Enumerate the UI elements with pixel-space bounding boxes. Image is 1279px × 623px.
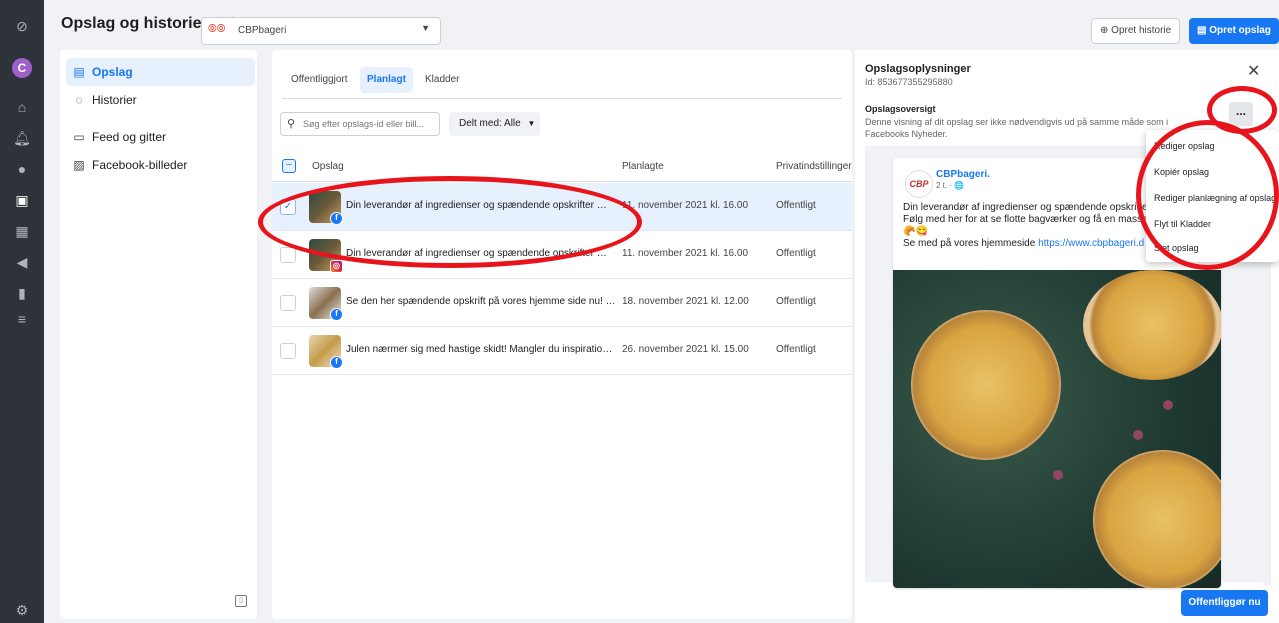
sidebar-item-photos[interactable]: ▨ Facebook-billeder	[66, 151, 255, 179]
website-link[interactable]: https://www.cbpbageri.d	[1038, 238, 1144, 249]
post-privacy: Offentligt	[776, 200, 816, 211]
filter-label: Delt med: Alle	[459, 118, 521, 129]
post-image	[893, 270, 1221, 588]
home-icon[interactable]: ⌂	[12, 97, 32, 117]
posts-icon: ▤	[73, 65, 85, 79]
instagram-icon: ◎	[330, 260, 343, 273]
column-scheduled[interactable]: Planlagte	[622, 161, 664, 172]
post-date: 11. november 2021 kl. 16.00	[622, 200, 749, 211]
row-checkbox[interactable]	[280, 247, 296, 263]
table-row[interactable]: f Julen nærmer sig med hastige skidt! Ma…	[272, 327, 852, 375]
overview-title: Opslagsoversigt	[865, 104, 936, 114]
post-date: 18. november 2021 kl. 12.00	[622, 296, 749, 307]
top-header: Opslag og historier ⦾⦾ CBPbageri ▼ ⊕ Opr…	[44, 0, 1279, 50]
search-placeholder: Søg efter opslags-id eller bill...	[303, 119, 425, 129]
notifications-icon[interactable]: 🔔︎	[12, 128, 32, 148]
ads-icon[interactable]: ◀	[12, 252, 32, 272]
inbox-icon[interactable]: ●	[12, 159, 32, 179]
tart-shape	[911, 310, 1061, 460]
row-checkbox[interactable]	[280, 295, 296, 311]
shared-with-filter[interactable]: Delt med: Alle ▼	[449, 112, 540, 136]
details-title: Opslagsoplysninger	[865, 63, 971, 75]
settings-gear-icon[interactable]: ⚙	[12, 600, 32, 620]
annotation-ring	[258, 176, 642, 268]
annotation-ring	[1136, 120, 1279, 270]
post-meta: 2 t. · 🌐	[936, 181, 965, 190]
post-id: Id: 853677355295880	[865, 77, 953, 87]
tart-shape	[1083, 270, 1221, 380]
post-privacy: Offentligt	[776, 344, 816, 355]
page-title: Opslag og historier	[61, 15, 208, 32]
posts-nav-icon[interactable]: ▣	[12, 190, 32, 210]
tab-scheduled[interactable]: Planlagt	[360, 67, 413, 93]
post-privacy: Offentligt	[776, 248, 816, 259]
post-text: Se den her spændende opskrift på vores h…	[346, 296, 616, 307]
publish-now-button[interactable]: Offentliggør nu	[1181, 590, 1268, 616]
create-story-button[interactable]: ⊕ Opret historie	[1091, 18, 1181, 44]
post-date: 26. november 2021 kl. 15.00	[622, 344, 749, 355]
tab-drafts[interactable]: Kladder	[418, 67, 466, 93]
create-story-label: Opret historie	[1111, 25, 1172, 36]
calendar-icon[interactable]: ▦	[12, 221, 32, 241]
sprig-shape	[1133, 430, 1143, 440]
posts-list-panel: Offentliggjort Planlagt Kladder ⚲ Søg ef…	[272, 50, 852, 619]
close-icon[interactable]: ✕	[1247, 61, 1260, 81]
row-checkbox[interactable]	[280, 343, 296, 359]
stories-icon: ◌	[75, 93, 83, 107]
select-all-checkbox[interactable]: –	[282, 159, 296, 173]
sidebar-item-label: Opslag	[92, 65, 133, 79]
collapse-sidebar-icon[interactable]: ▯	[235, 595, 247, 607]
global-nav: ⊘ C ⌂ 🔔︎ ● ▣ ▦ ◀ ▮ ≡ ⚙	[0, 0, 44, 623]
account-name: CBPbageri	[238, 25, 287, 36]
chevron-down-icon: ▼	[527, 119, 536, 128]
sidebar-item-label: Historier	[92, 93, 137, 107]
create-post-button[interactable]: ▤ Opret opslag	[1189, 18, 1279, 44]
account-logos-icon: ⦾⦾	[208, 23, 226, 35]
table-row[interactable]: f Se den her spændende opskrift på vores…	[272, 279, 852, 327]
insights-icon[interactable]: ▮	[12, 283, 32, 303]
chevron-down-icon: ▼	[421, 23, 430, 33]
account-selector[interactable]: ⦾⦾ CBPbageri ▼	[201, 17, 441, 45]
tart-shape	[1093, 450, 1221, 588]
search-icon: ⚲	[287, 118, 296, 130]
facebook-icon: f	[330, 356, 343, 369]
add-circle-icon: ⊕	[1100, 25, 1112, 36]
sidebar-item-label: Feed og gitter	[92, 130, 167, 144]
meta-logo-icon[interactable]: ⊘	[12, 16, 32, 36]
sprig-shape	[1053, 470, 1063, 480]
facebook-icon: f	[330, 308, 343, 321]
photos-icon: ▨	[73, 158, 85, 172]
post-date: 11. november 2021 kl. 16.00	[622, 248, 749, 259]
post-privacy: Offentligt	[776, 296, 816, 307]
sidebar-item-stories[interactable]: ◌ Historier	[66, 86, 255, 114]
menu-icon[interactable]: ≡	[12, 309, 32, 329]
tab-published[interactable]: Offentliggjort	[284, 67, 355, 93]
sidebar-item-feed-grid[interactable]: ▭ Feed og gitter	[66, 123, 255, 151]
sidebar-item-label: Facebook-billeder	[92, 158, 188, 172]
create-post-label: Opret opslag	[1209, 25, 1271, 36]
sidebar-item-posts[interactable]: ▤ Opslag	[66, 58, 255, 86]
sprig-shape	[1163, 400, 1173, 410]
column-post[interactable]: Opslag	[312, 161, 344, 172]
page-name[interactable]: CBPbageri.	[936, 169, 990, 180]
page-logo: CBP	[905, 170, 933, 198]
table-header: – Opslag Planlagte Privatindstillinger	[272, 150, 852, 182]
post-line: Se med på vores hjemmeside	[903, 238, 1039, 249]
tab-divider	[282, 98, 842, 99]
sidebar: ▤ Opslag ◌ Historier ▭ Feed og gitter ▨ …	[60, 50, 257, 619]
search-input[interactable]: ⚲ Søg efter opslags-id eller bill...	[280, 112, 440, 136]
post-icon: ▤	[1197, 25, 1210, 36]
feed-grid-icon: ▭	[73, 130, 85, 144]
profile-avatar[interactable]: C	[12, 58, 32, 78]
column-privacy[interactable]: Privatindstillinger	[776, 161, 852, 172]
post-text: Julen nærmer sig med hastige skidt! Mang…	[346, 344, 616, 355]
